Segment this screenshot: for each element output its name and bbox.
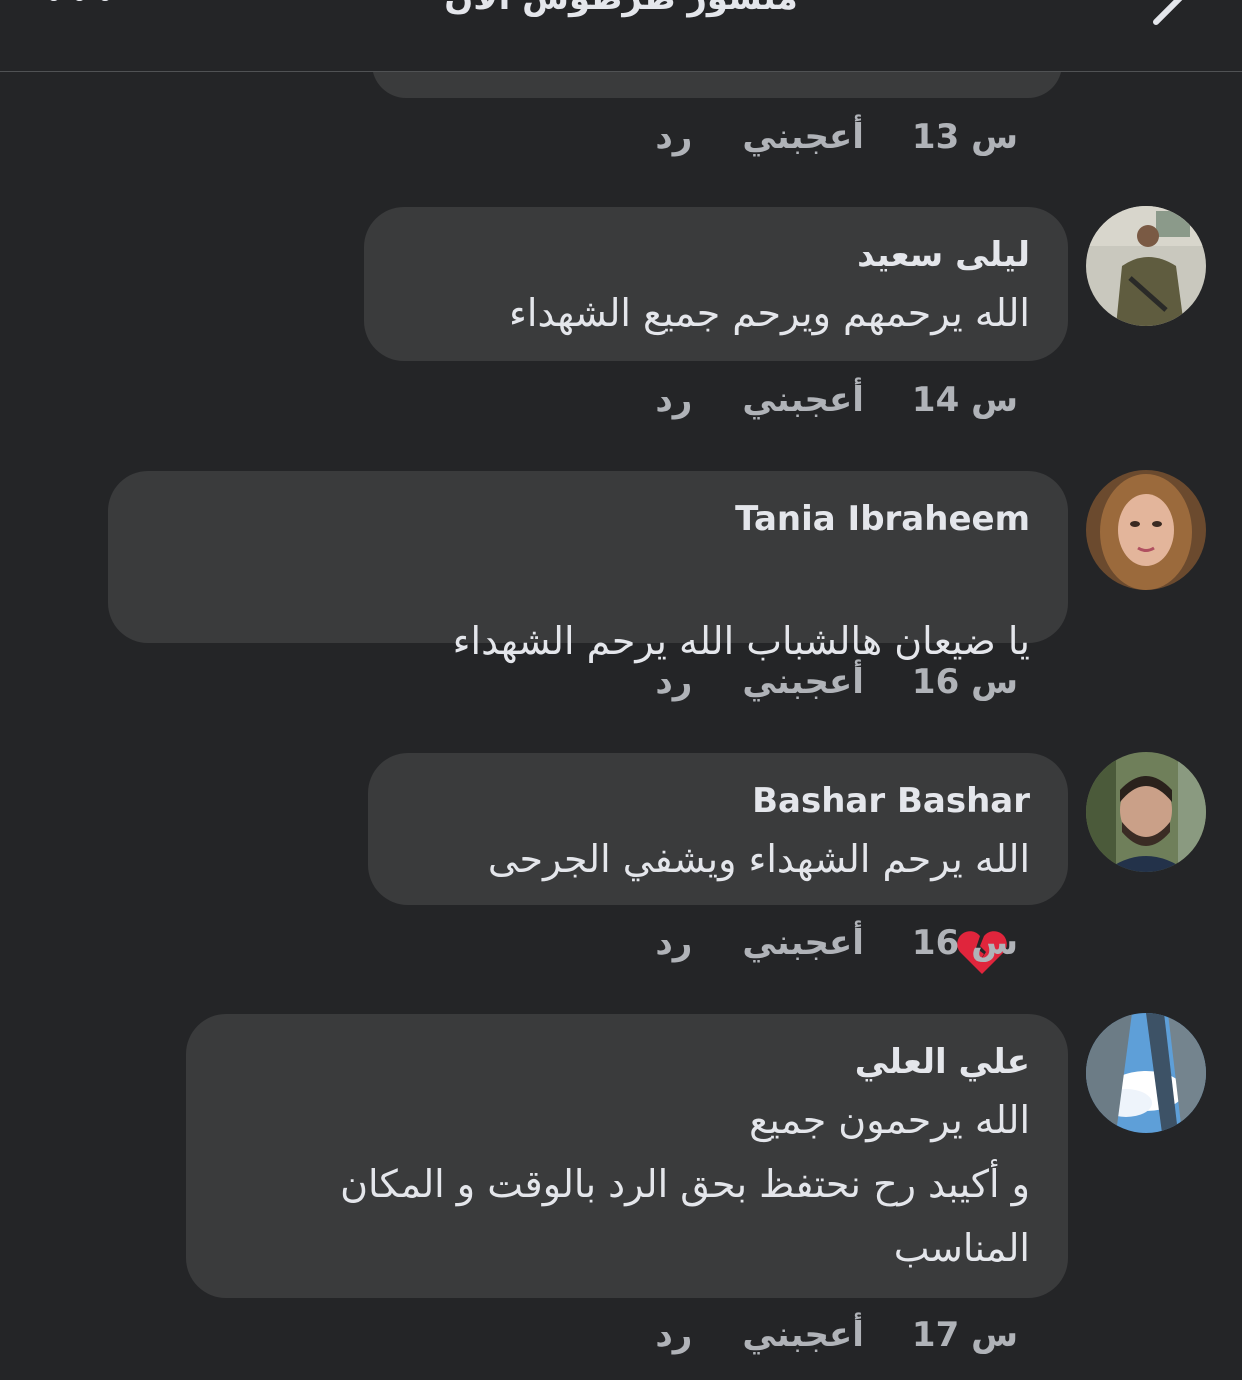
comment-actions: 17 س أعجبني رد: [655, 1310, 1018, 1360]
comment-bubble: Bashar Bashar الله يرحم الشهداء ويشفي ال…: [368, 753, 1068, 905]
comment-time: 16 س: [911, 662, 1018, 702]
comment-time: 13 س: [911, 117, 1018, 157]
comment-actions: 14 س أعجبني رد: [655, 375, 1018, 425]
like-button[interactable]: أعجبني: [742, 117, 864, 157]
reply-button[interactable]: رد: [655, 662, 692, 702]
comment-actions: 16 س أعجبني رد: [655, 918, 1018, 968]
comment-author[interactable]: Bashar Bashar: [406, 775, 1030, 827]
comment-time: 17 س: [911, 1315, 1018, 1355]
comment-actions: 13 س أعجبني رد: [655, 112, 1018, 162]
post-header: ••• منشور طرطوس الآن: [0, 0, 1242, 72]
comment-author[interactable]: Tania Ibraheem: [146, 493, 1030, 545]
reply-button[interactable]: رد: [655, 923, 692, 963]
like-button[interactable]: أعجبني: [742, 662, 864, 702]
comment-time: 14 س: [911, 380, 1018, 420]
post-title: منشور طرطوس الآن: [0, 0, 1242, 18]
pencil-icon[interactable]: [1150, 0, 1194, 28]
avatar[interactable]: [1086, 206, 1206, 326]
comment-time: 16 س: [911, 923, 1018, 963]
comment-bubble: علي العلي الله يرحمون جميع و أكيبد رح نح…: [186, 1014, 1068, 1298]
comment-author[interactable]: علي العلي: [224, 1036, 1030, 1088]
avatar[interactable]: [1086, 470, 1206, 590]
comment-actions: 16 س أعجبني رد: [655, 657, 1018, 707]
comment-bubble: Tania Ibraheem يا ضيعان هالشباب الله يرح…: [108, 471, 1068, 1103]
avatar[interactable]: [1086, 1013, 1206, 1133]
avatar[interactable]: [1086, 752, 1206, 872]
like-button[interactable]: أعجبني: [742, 380, 864, 420]
reply-button[interactable]: رد: [655, 117, 692, 157]
comment-text: الله يرحم الشهداء ويشفي الجرحى: [487, 837, 1030, 881]
comment-text: الله يرحمون جميع و أكيبد رح نحتفظ بحق ال…: [340, 1098, 1030, 1270]
reply-button[interactable]: رد: [655, 380, 692, 420]
reply-button[interactable]: رد: [655, 1315, 692, 1355]
comment-text: الله يرحمهم ويرحم جميع الشهداء: [509, 291, 1030, 335]
comment-bubble: ليلى سعيد الله يرحمهم ويرحم جميع الشهداء: [364, 207, 1068, 361]
comment-author[interactable]: ليلى سعيد: [402, 229, 1030, 281]
like-button[interactable]: أعجبني: [742, 1315, 864, 1355]
like-button[interactable]: أعجبني: [742, 923, 864, 963]
